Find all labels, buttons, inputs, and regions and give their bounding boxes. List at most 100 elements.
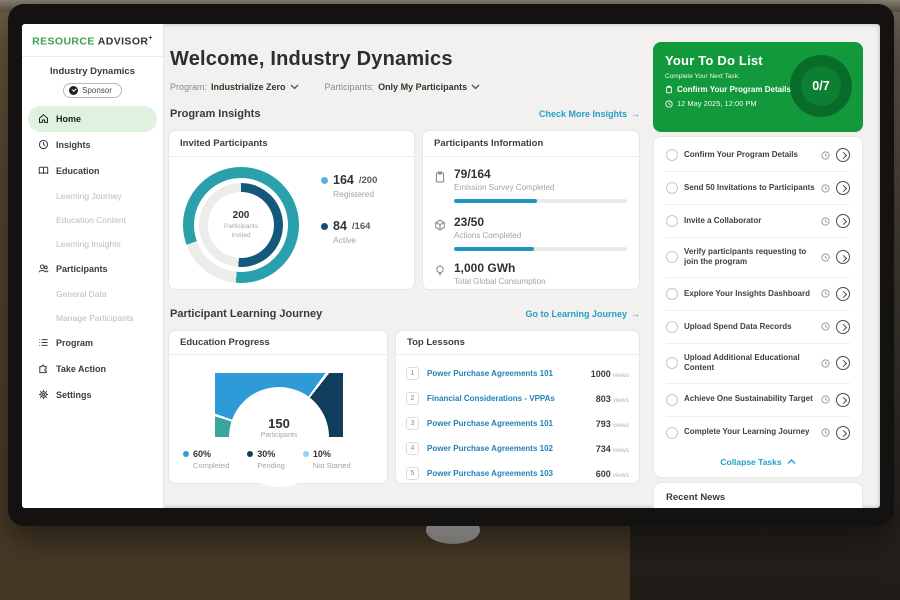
top-lessons-card: Top Lessons 1 Power Purchase Agreements … <box>395 330 640 484</box>
legend-active: 84 /164 Active <box>321 219 377 245</box>
chevron-right-icon[interactable] <box>836 320 850 334</box>
chevron-right-icon[interactable] <box>836 148 850 162</box>
home-icon <box>38 113 49 124</box>
task-complete-learning-journey[interactable]: Complete Your Learning Journey <box>666 416 850 449</box>
legend-value: 84 <box>333 219 347 233</box>
brand-logo: RESOURCE ADVISOR+ <box>22 24 163 57</box>
chevron-right-icon[interactable] <box>836 181 850 195</box>
task-checkbox[interactable] <box>666 251 678 263</box>
legend-denominator: /164 <box>352 221 371 232</box>
todo-task-list: Confirm Your Program Details Send 50 Inv… <box>653 136 863 478</box>
lesson-views: 793 <box>596 419 611 429</box>
gear-icon <box>38 389 49 400</box>
learning-journey-heading: Participant Learning Journey <box>170 308 322 320</box>
consumption-value: 1,000 GWh <box>454 261 627 275</box>
task-checkbox[interactable] <box>666 182 678 194</box>
task-upload-spend-data[interactable]: Upload Spend Data Records <box>666 310 850 343</box>
education-progress-title: Education Progress <box>169 331 387 355</box>
lesson-link[interactable]: Financial Considerations - VPPAs <box>427 394 594 403</box>
actions-label: Actions Completed <box>454 231 627 240</box>
task-checkbox[interactable] <box>666 288 678 300</box>
lesson-link[interactable]: Power Purchase Agreements 101 <box>427 369 589 378</box>
sidebar-item-program[interactable]: Program <box>28 330 157 356</box>
learning-journey-header: Participant Learning Journey Go to Learn… <box>170 308 640 320</box>
program-filter-value: Industrialize Zero <box>211 82 286 92</box>
education-gauge-center: 150 Participants <box>215 416 343 439</box>
participants-filter[interactable]: Participants: Only My Participants <box>325 82 481 92</box>
lesson-rank: 2 <box>406 392 419 405</box>
lesson-views-suffix: views <box>613 372 629 379</box>
task-checkbox[interactable] <box>666 149 678 161</box>
clock-icon <box>821 395 830 404</box>
sidebar-item-label: Learning Insights <box>56 239 121 249</box>
task-upload-educational-content[interactable]: Upload Additional Educational Content <box>666 343 850 383</box>
lesson-link[interactable]: Power Purchase Agreements 103 <box>427 469 594 478</box>
lesson-views-suffix: views <box>613 472 629 479</box>
collapse-tasks-link[interactable]: Collapse Tasks <box>666 449 850 473</box>
legend-dot <box>321 177 328 184</box>
monitor-bezel: RESOURCE ADVISOR+ Industry Dynamics Spon… <box>8 4 894 526</box>
task-invite-collaborator[interactable]: Invite a Collaborator <box>666 204 850 237</box>
legend-label: Not Started <box>313 461 351 470</box>
chevron-down-icon <box>471 84 480 90</box>
task-achieve-target[interactable]: Achieve One Sustainability Target <box>666 383 850 416</box>
recent-news-card: Recent News <box>653 482 863 508</box>
check-more-insights-link[interactable]: Check More Insights → <box>539 109 640 119</box>
task-checkbox[interactable] <box>666 357 678 369</box>
task-checkbox[interactable] <box>666 427 678 439</box>
sidebar-item-label: Manage Participants <box>56 313 134 323</box>
sidebar-item-label: Education <box>56 166 100 176</box>
task-label: Upload Additional Educational Content <box>684 353 815 374</box>
lesson-link[interactable]: Power Purchase Agreements 101 <box>427 419 594 428</box>
chevron-right-icon[interactable] <box>836 426 850 440</box>
chevron-right-icon[interactable] <box>836 214 850 228</box>
task-label: Complete Your Learning Journey <box>684 427 815 437</box>
chevron-right-icon[interactable] <box>836 356 850 370</box>
actions-value: 23/50 <box>454 215 627 229</box>
task-checkbox[interactable] <box>666 215 678 227</box>
todo-progress-value: 0/7 <box>790 55 852 117</box>
sidebar-item-education-content[interactable]: Education Content <box>28 208 157 232</box>
task-confirm-program[interactable]: Confirm Your Program Details <box>666 139 850 171</box>
sidebar-item-general-data[interactable]: General Data <box>28 282 157 306</box>
task-checkbox[interactable] <box>666 321 678 333</box>
task-label: Verify participants requesting to join t… <box>684 247 815 268</box>
program-filter[interactable]: Program: Industrialize Zero <box>170 82 299 92</box>
info-row-actions: 23/50 Actions Completed <box>433 215 627 251</box>
task-send-invitations[interactable]: Send 50 Invitations to Participants <box>666 171 850 204</box>
task-verify-participants[interactable]: Verify participants requesting to join t… <box>666 237 850 277</box>
sidebar-item-take-action[interactable]: Take Action <box>28 356 157 382</box>
book-icon <box>38 165 49 176</box>
clock-icon <box>821 359 830 368</box>
chevron-up-icon <box>787 459 796 465</box>
chevron-right-icon[interactable] <box>836 393 850 407</box>
actions-icon <box>434 219 446 231</box>
lesson-rank: 1 <box>406 367 419 380</box>
task-explore-insights[interactable]: Explore Your Insights Dashboard <box>666 277 850 310</box>
lesson-link[interactable]: Power Purchase Agreements 102 <box>427 444 594 453</box>
survey-label: Emission Survey Completed <box>454 183 627 192</box>
sidebar-item-learning-insights[interactable]: Learning Insights <box>28 232 157 256</box>
sidebar-item-participants[interactable]: Participants <box>28 256 157 282</box>
go-to-learning-journey-link[interactable]: Go to Learning Journey → <box>525 309 640 319</box>
sidebar-item-label: Education Content <box>56 215 126 225</box>
chevron-right-icon[interactable] <box>836 287 850 301</box>
sidebar-item-education[interactable]: Education <box>28 158 157 184</box>
task-checkbox[interactable] <box>666 394 678 406</box>
survey-value: 79/164 <box>454 167 627 181</box>
lesson-row: 4 Power Purchase Agreements 102 734views <box>406 436 629 461</box>
org-name: Industry Dynamics <box>22 66 163 77</box>
sidebar-item-manage-participants[interactable]: Manage Participants <box>28 306 157 330</box>
todo-summary-card: Your To Do List Complete Your Next Task:… <box>653 42 863 132</box>
sidebar-item-learning-journey[interactable]: Learning Journey <box>28 184 157 208</box>
sidebar-item-home[interactable]: Home <box>28 106 157 132</box>
sponsor-badge[interactable]: Sponsor <box>63 83 122 98</box>
gauge-center-label: Participants <box>215 432 343 439</box>
program-filter-label: Program: <box>170 82 207 92</box>
sidebar-item-insights[interactable]: Insights <box>28 132 157 158</box>
legend-label: Active <box>333 235 377 245</box>
sidebar-item-label: General Data <box>56 289 107 299</box>
education-gauge-chart: 150 Participants <box>215 373 343 437</box>
chevron-right-icon[interactable] <box>836 250 850 264</box>
sidebar-item-settings[interactable]: Settings <box>28 382 157 408</box>
